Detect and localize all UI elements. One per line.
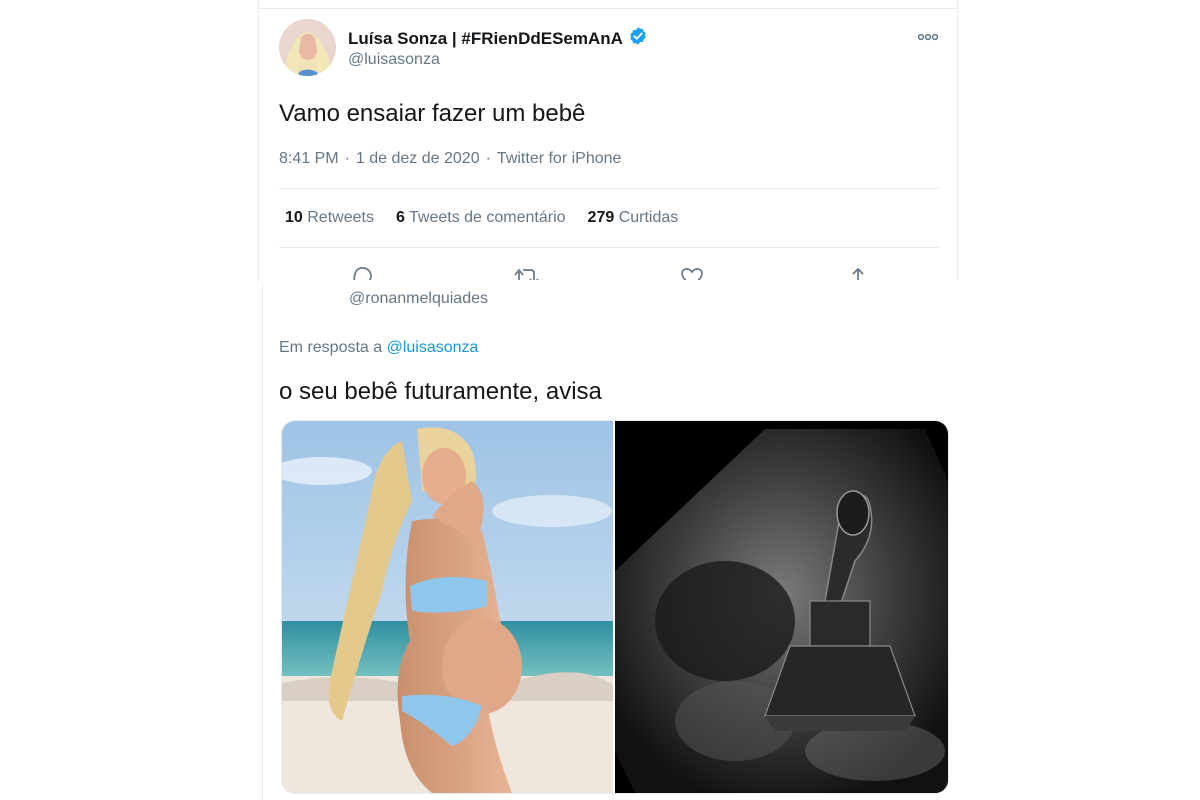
reply-tweet: @ronanmelquiades Em resposta a @luisason… — [262, 282, 955, 800]
share-icon[interactable] — [845, 264, 871, 280]
retweets-count: 10 — [285, 209, 303, 226]
like-icon[interactable] — [679, 264, 705, 280]
media-grid — [281, 420, 949, 794]
stats-top-divider — [279, 188, 939, 189]
in-reply-prefix: Em resposta a — [279, 339, 383, 356]
comments-count: 6 — [395, 209, 405, 226]
tweet-source[interactable]: Twitter for iPhone — [497, 150, 622, 167]
author-name[interactable]: Luísa Sonza | #FRienDdESemAnA — [348, 26, 648, 51]
tweet-text: Vamo ensaiar fazer um bebê — [279, 100, 586, 127]
author-name-text: Luísa Sonza | #FRienDdESemAnA — [348, 28, 623, 48]
comments-stat[interactable]: 6 Tweets de comentário — [396, 209, 566, 227]
meta-separator: · — [485, 150, 491, 167]
tweet-stats: 10 Retweets 6 Tweets de comentário 279 C… — [285, 209, 678, 227]
verified-badge-icon — [628, 26, 648, 51]
stats-bottom-divider — [279, 247, 939, 248]
retweets-stat[interactable]: 10 Retweets — [285, 209, 374, 227]
in-reply-to: Em resposta a @luisasonza — [279, 339, 478, 357]
comments-label: Tweets de comentário — [409, 209, 566, 226]
ultrasound-grammy-image[interactable] — [615, 421, 948, 793]
original-tweet-card: Luísa Sonza | #FRienDdESemAnA @luisasonz… — [258, 0, 958, 280]
more-options-icon[interactable] — [917, 30, 939, 42]
tweet-metadata: 8:41 PM · 1 de dez de 2020 · Twitter for iPh… — [279, 150, 621, 168]
retweet-icon[interactable] — [513, 264, 539, 280]
tweet-time[interactable]: 8:41 PM — [279, 150, 339, 167]
beach-pregnancy-photo[interactable] — [282, 421, 613, 793]
author-handle[interactable]: @luisasonza — [348, 51, 440, 69]
reply-icon[interactable] — [349, 264, 375, 280]
reply-author-handle[interactable]: @ronanmelquiades — [349, 290, 488, 308]
likes-label: Curtidas — [618, 209, 679, 226]
likes-count: 279 — [587, 209, 615, 226]
likes-stat[interactable]: 279 Curtidas — [588, 209, 679, 227]
reply-text: o seu bebê futuramente, avisa — [279, 378, 602, 405]
meta-separator: · — [344, 150, 350, 167]
avatar[interactable] — [279, 19, 336, 76]
screenshot-page: Luísa Sonza | #FRienDdESemAnA @luisasonz… — [0, 0, 1200, 800]
card-top-border — [259, 8, 957, 9]
in-reply-mention-link[interactable]: @luisasonza — [387, 339, 479, 356]
tweet-date[interactable]: 1 de dez de 2020 — [356, 150, 480, 167]
retweets-label: Retweets — [307, 209, 374, 226]
